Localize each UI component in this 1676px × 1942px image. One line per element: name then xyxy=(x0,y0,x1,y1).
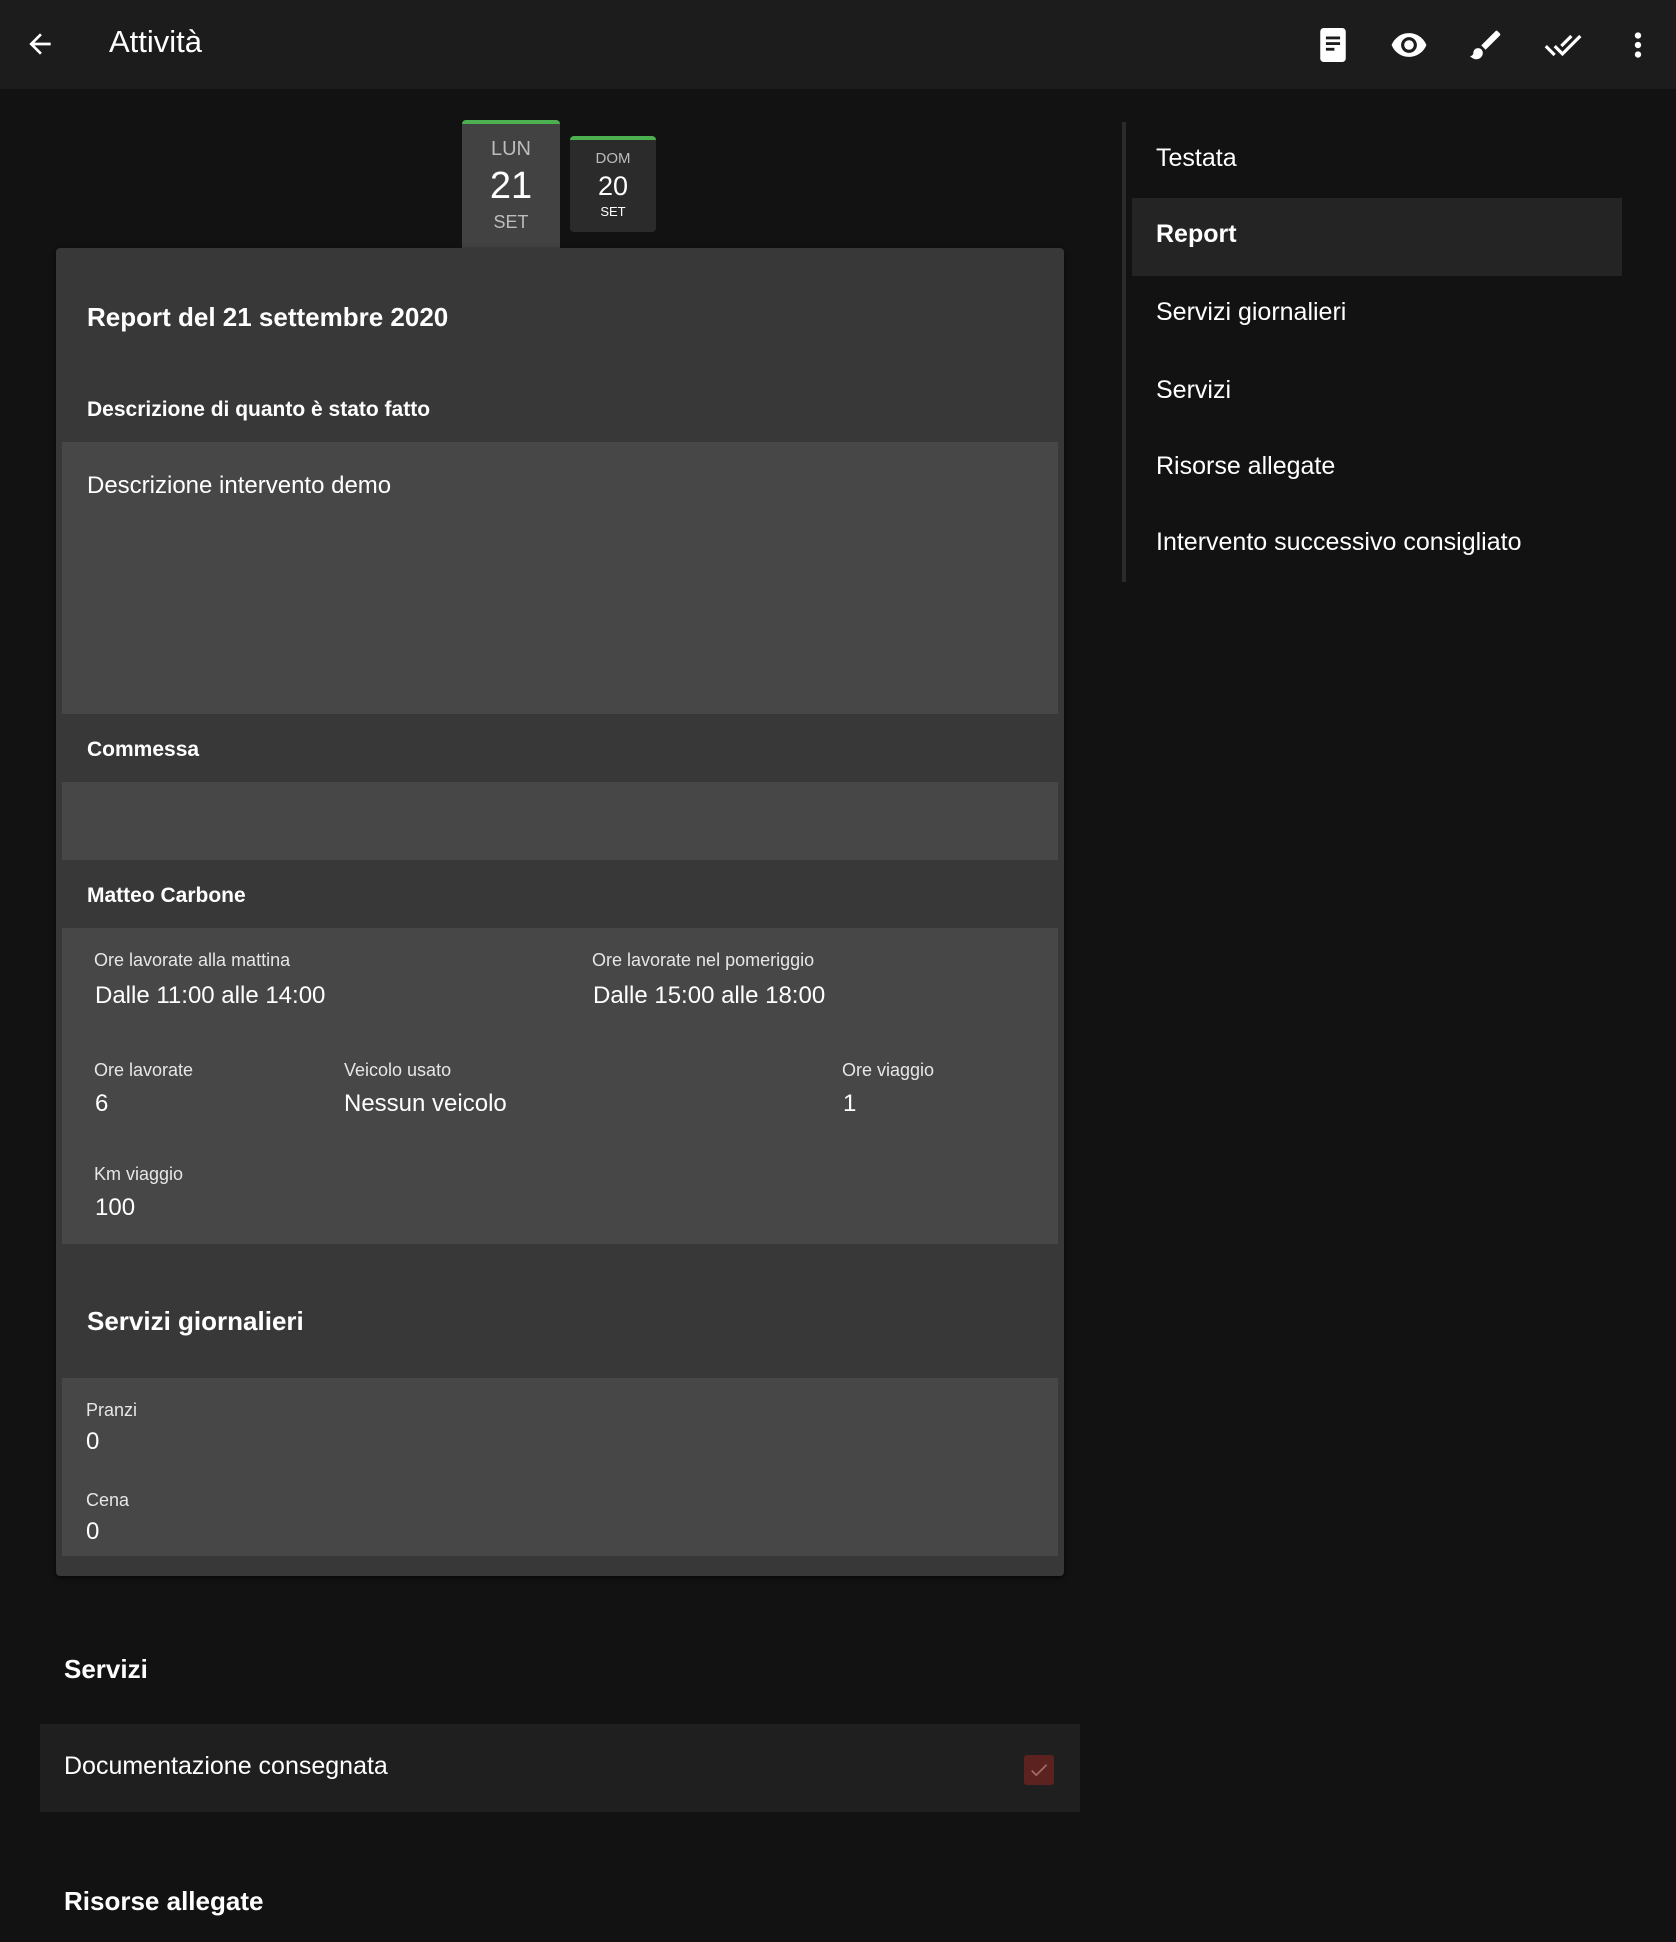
attachments-title: Risorse allegate xyxy=(64,1886,264,1916)
report-title: Report del 21 settembre 2020 xyxy=(87,302,449,332)
page-title: Attività xyxy=(109,24,203,59)
km-label: Km viaggio xyxy=(94,1164,184,1184)
toc-item-label: Servizi giornalieri xyxy=(1156,298,1347,326)
afternoon-label: Ore lavorate nel pomeriggio xyxy=(592,950,815,970)
more-vert-icon xyxy=(1634,32,1642,58)
dinner-value[interactable]: 0 xyxy=(86,1518,99,1546)
check-icon xyxy=(1031,1764,1048,1777)
more-button[interactable] xyxy=(1615,22,1661,68)
morning-value[interactable]: Dalle 11:00 alle 14:00 xyxy=(95,982,325,1010)
day-tab-dow: LUN xyxy=(490,138,531,160)
toc-item-label: Servizi xyxy=(1156,376,1232,404)
hours-value: 6 xyxy=(95,1090,109,1117)
hours-label: Ore lavorate xyxy=(94,1060,194,1080)
toc-item-intervento-successivo[interactable]: Intervento successivo consigliato xyxy=(1132,506,1622,584)
table-of-contents: Testata Report Servizi giornalieri Servi… xyxy=(1122,122,1622,582)
toc-item-label: Testata xyxy=(1156,144,1237,172)
dinner-label: Cena xyxy=(86,1490,130,1510)
afternoon-value[interactable]: Dalle 15:00 alle 18:00 xyxy=(593,982,825,1010)
arrow-back-icon xyxy=(29,33,51,55)
report-card: Report del 21 settembre 2020 Descrizione… xyxy=(56,248,1064,1576)
complete-button[interactable] xyxy=(1540,22,1586,68)
day-tab-month: SET xyxy=(493,212,529,232)
day-tab-month: SET xyxy=(600,204,626,219)
toc-item-risorse-allegate[interactable]: Risorse allegate xyxy=(1132,430,1622,508)
toc-item-testata[interactable]: Testata xyxy=(1132,122,1622,200)
preview-button[interactable] xyxy=(1386,22,1432,68)
daily-services-title: Servizi giornalieri xyxy=(87,1306,304,1336)
description-value: Descrizione intervento demo xyxy=(87,472,392,499)
service-checkbox[interactable] xyxy=(1024,1755,1054,1785)
description-label: Descrizione di quanto è stato fatto xyxy=(87,398,431,421)
daily-services-details: Pranzi 0 Cena 0 xyxy=(62,1378,1058,1556)
service-label: Documentazione consegnata xyxy=(64,1752,388,1780)
toc-item-servizi[interactable]: Servizi xyxy=(1132,354,1622,432)
report-button[interactable] xyxy=(1310,22,1356,68)
travel-hours-label: Ore viaggio xyxy=(842,1060,935,1080)
travel-hours-value[interactable]: 1 xyxy=(843,1090,856,1118)
day-tab-active[interactable]: LUN 21 SET xyxy=(462,120,560,248)
commessa-field[interactable] xyxy=(62,782,1058,860)
double-check-icon xyxy=(1544,34,1582,57)
worker-details: Ore lavorate alla mattina Dalle 11:00 al… xyxy=(62,928,1058,1244)
services-title: Servizi xyxy=(64,1654,148,1684)
app-bar: Attività xyxy=(0,0,1676,89)
lunch-label: Pranzi xyxy=(86,1400,138,1420)
lunch-value[interactable]: 0 xyxy=(86,1428,99,1456)
vehicle-value[interactable]: Nessun veicolo xyxy=(344,1090,507,1118)
toc-item-report[interactable]: Report xyxy=(1132,198,1622,276)
person-name: Matteo Carbone xyxy=(87,884,246,907)
eye-icon xyxy=(1391,33,1427,57)
day-tab-day: 20 xyxy=(597,171,629,201)
day-tab-dow: DOM xyxy=(595,150,631,167)
document-icon xyxy=(1320,28,1346,62)
description-field[interactable]: Descrizione intervento demo xyxy=(62,442,1058,714)
vehicle-label: Veicolo usato xyxy=(344,1060,452,1080)
brush-icon xyxy=(1470,30,1501,60)
list-item[interactable]: Documentazione consegnata xyxy=(40,1724,1080,1812)
commessa-label: Commessa xyxy=(87,738,200,761)
morning-label: Ore lavorate alla mattina xyxy=(94,950,291,970)
toc-item-servizi-giornalieri[interactable]: Servizi giornalieri xyxy=(1132,276,1622,354)
toc-item-label: Report xyxy=(1156,220,1237,248)
sign-button[interactable] xyxy=(1463,22,1509,68)
day-tab-day: 21 xyxy=(489,165,533,207)
toc-item-label: Risorse allegate xyxy=(1156,452,1336,480)
day-tab[interactable]: DOM 20 SET xyxy=(570,136,656,232)
km-value[interactable]: 100 xyxy=(95,1194,135,1222)
toc-item-label: Intervento successivo consigliato xyxy=(1156,528,1522,556)
back-button[interactable] xyxy=(20,22,60,66)
